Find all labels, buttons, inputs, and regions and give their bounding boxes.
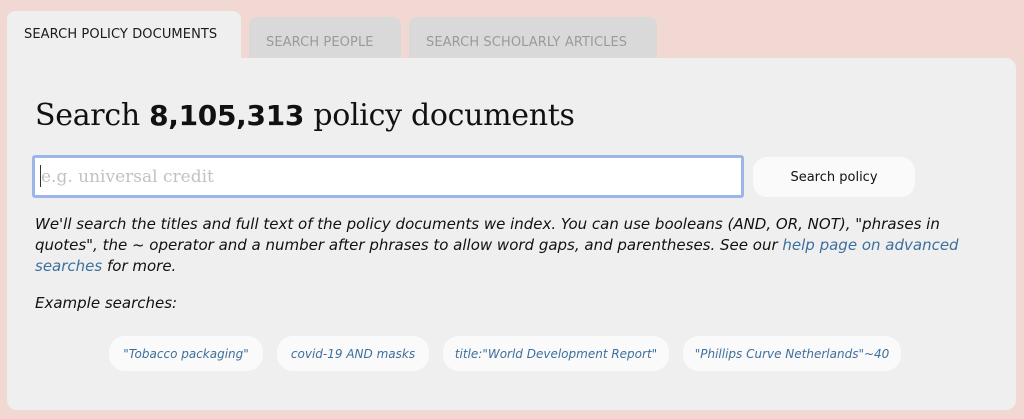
search-help-text: We'll search the titles and full text of… — [35, 214, 995, 277]
page-title-suffix: policy documents — [313, 98, 575, 133]
search-tabs: SEARCH POLICY DOCUMENTS SEARCH PEOPLE SE… — [7, 11, 657, 59]
page-title: Search 8,105,313 policy documents — [35, 98, 575, 133]
example-search-chip[interactable]: covid-19 AND masks — [277, 336, 429, 371]
text-caret — [40, 165, 41, 187]
search-policy-button[interactable]: Search policy — [753, 157, 915, 197]
tab-search-people[interactable]: SEARCH PEOPLE — [249, 17, 401, 59]
example-search-chip[interactable]: "Tobacco packaging" — [109, 336, 263, 371]
document-count: 8,105,313 — [149, 99, 305, 132]
page-title-prefix: Search — [35, 98, 140, 133]
tab-search-policy-documents[interactable]: SEARCH POLICY DOCUMENTS — [7, 11, 241, 59]
help-text-after-link: for more. — [106, 257, 177, 275]
example-searches-label: Example searches: — [35, 294, 178, 312]
search-input[interactable] — [32, 155, 744, 198]
example-search-chip[interactable]: "Phillips Curve Netherlands"~40 — [683, 336, 901, 371]
example-search-chip[interactable]: title:"World Development Report" — [443, 336, 669, 371]
search-panel: Search 8,105,313 policy documents Search… — [7, 58, 1016, 410]
tab-search-scholarly-articles[interactable]: SEARCH SCHOLARLY ARTICLES — [409, 17, 657, 59]
